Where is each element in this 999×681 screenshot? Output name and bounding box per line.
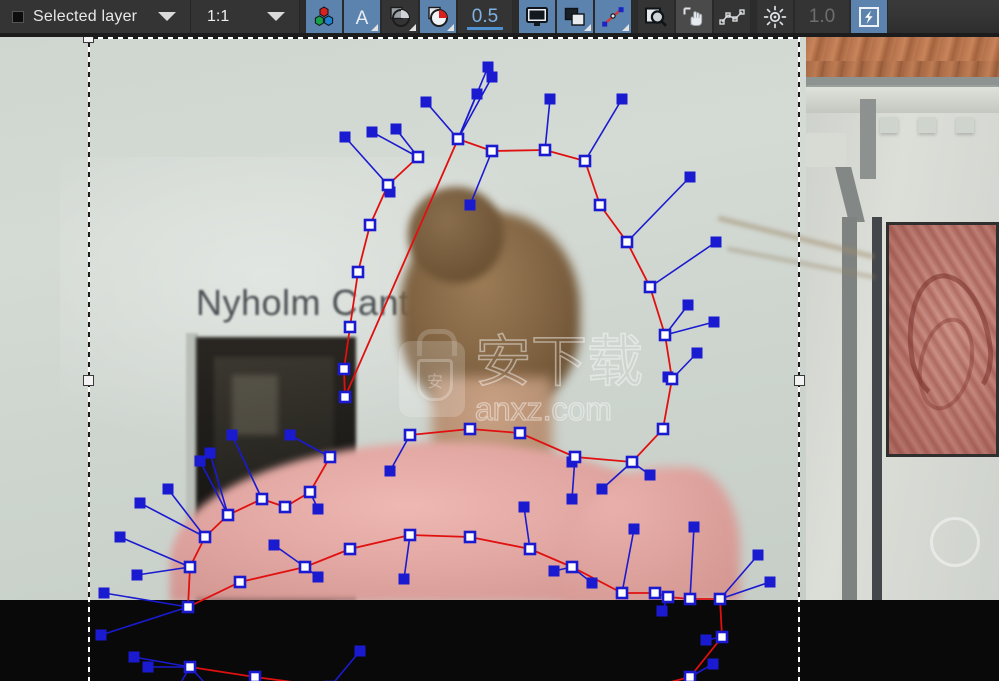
brightness-button[interactable]: [756, 0, 794, 33]
node-path-button[interactable]: [713, 0, 751, 33]
cornice-dentil: [918, 117, 936, 133]
brightness-value[interactable]: 1.0: [794, 0, 850, 33]
svg-text:A: A: [356, 8, 369, 28]
layer-selector-label: Selected layer: [33, 7, 138, 25]
mask-opacity-text: 0.5: [471, 5, 499, 27]
person-hair-bun: [408, 187, 504, 283]
wall-fixture: [930, 517, 980, 567]
layer-color-swatch: [12, 10, 24, 23]
text-tool-button[interactable]: A: [343, 0, 381, 33]
wall-corbel: [806, 133, 846, 167]
framed-picture: [886, 222, 999, 457]
main-toolbar: Selected layer 1:1 A 0.5 1.0: [0, 0, 999, 37]
chevron-down-icon[interactable]: [267, 12, 285, 21]
canvas-stage[interactable]: Nyholm Cantr 安 安下载 anxz.com: [0, 37, 999, 681]
chevron-down-icon[interactable]: [158, 12, 176, 21]
cornice-dentil: [956, 117, 974, 133]
rgb-hexagons-icon: [314, 5, 334, 26]
mask-opacity-value[interactable]: 0.5: [457, 0, 513, 33]
wall-sign-text: Nyholm Cantr: [196, 282, 423, 323]
cornice-dentil: [880, 117, 898, 133]
pan-hand-button[interactable]: [675, 0, 713, 33]
letterbox-bar: [0, 600, 999, 681]
value-underline: [467, 27, 503, 30]
lightning-bolt-icon: [859, 6, 879, 27]
doorway-reflection: [232, 375, 278, 435]
downspout-top: [860, 99, 876, 179]
watermark-cn-text: 安下载: [474, 330, 644, 395]
zoom-selector[interactable]: 1:1: [191, 0, 300, 33]
sun-brightness-icon: [763, 5, 787, 28]
mask-overlay-button[interactable]: [381, 0, 419, 33]
shield-glyph-icon: 安: [417, 359, 453, 401]
watermark-url-text: anxz.com: [474, 390, 612, 427]
soffit: [806, 87, 999, 113]
watermark: 安 安下载 anxz.com: [399, 329, 644, 431]
dropdown-corner-icon[interactable]: [584, 24, 591, 31]
dropdown-corner-icon[interactable]: [622, 24, 629, 31]
magnifier-square-icon: [645, 7, 667, 27]
dropdown-corner-icon[interactable]: [447, 24, 454, 31]
curve-tool-button[interactable]: [594, 0, 632, 33]
dropdown-corner-icon[interactable]: [371, 24, 378, 31]
mask-color-button[interactable]: [419, 0, 457, 33]
hand-pan-icon: [683, 7, 703, 26]
fullscreen-preview-button[interactable]: [518, 0, 556, 33]
photo-image: Nyholm Cantr 安 安下载 anxz.com: [0, 37, 999, 600]
app-window: Selected layer 1:1 A 0.5 1.0 Nyholm Cant…: [0, 0, 999, 681]
dropdown-corner-icon[interactable]: [409, 24, 416, 31]
zoom-level-value: 1:1: [207, 7, 230, 25]
node-path-icon: [719, 8, 745, 25]
auto-enhance-button[interactable]: [850, 0, 888, 33]
brightness-text: 1.0: [808, 5, 836, 27]
letter-a-icon: A: [356, 8, 369, 28]
color-channels-button[interactable]: [305, 0, 343, 33]
bag-handle-icon: [417, 329, 457, 356]
monitor-icon: [526, 6, 548, 26]
compare-layers-button[interactable]: [556, 0, 594, 33]
zoom-preview-button[interactable]: [637, 0, 675, 33]
layer-selector[interactable]: Selected layer: [0, 0, 191, 33]
